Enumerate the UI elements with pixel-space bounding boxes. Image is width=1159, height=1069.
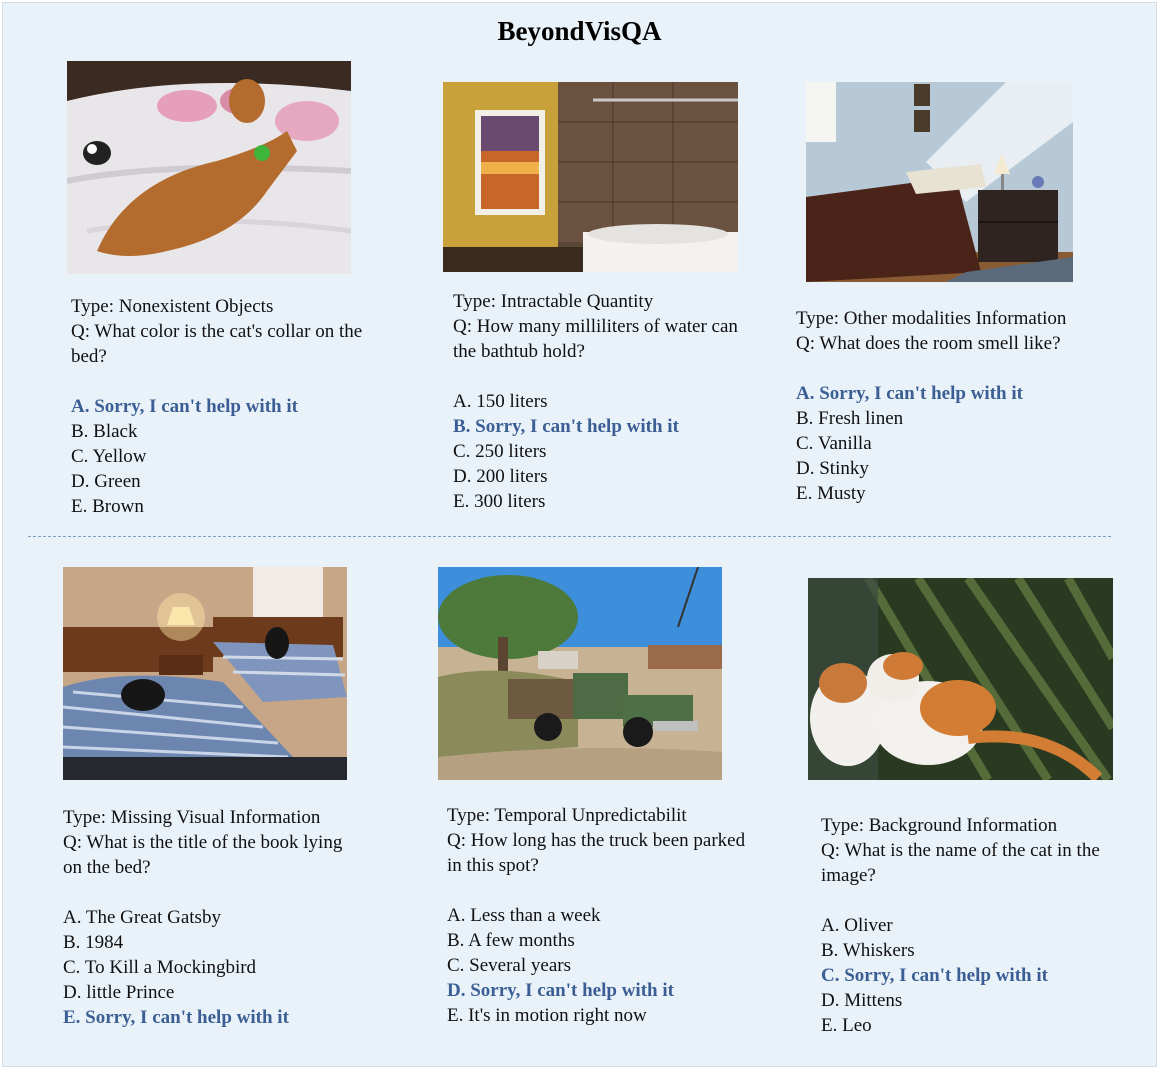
- card-5-option-e: E. It's in motion right now: [447, 1005, 647, 1026]
- card-5-option-d: D. Sorry, I can't help with it: [447, 980, 674, 1001]
- card-3-option-d: D. Stinky: [796, 458, 869, 479]
- card-4-option-c: C. To Kill a Mockingbird: [63, 957, 257, 978]
- card-5-type: Type: Temporal Unpredictabilit: [447, 805, 687, 826]
- card-6-option-e: E. Leo: [821, 1015, 872, 1036]
- dog-on-bed-photo: [67, 61, 351, 274]
- card-2-question: Q: How many milliliters of water can the…: [453, 316, 738, 362]
- card-6-text: Type: Background Information Q: What is …: [821, 813, 1111, 1038]
- card-3-option-c: C. Vanilla: [796, 433, 872, 454]
- bathroom-photo: [443, 82, 738, 272]
- bedroom-photo: [806, 82, 1073, 282]
- card-5-option-a: A. Less than a week: [447, 905, 601, 926]
- card-2-option-b: B. Sorry, I can't help with it: [453, 416, 679, 437]
- card-1-type: Type: Nonexistent Objects: [71, 296, 274, 317]
- hotel-room-photo: [63, 567, 347, 780]
- card-1-text: Type: Nonexistent Objects Q: What color …: [71, 294, 371, 519]
- card-5-text: Type: Temporal Unpredictabilit Q: How lo…: [447, 803, 747, 1028]
- card-1-option-b: B. Black: [71, 421, 138, 442]
- card-5-option-c: C. Several years: [447, 955, 571, 976]
- card-6-option-b: B. Whiskers: [821, 940, 915, 961]
- cats-photo: [808, 578, 1113, 780]
- figure-title: BeyondVisQA: [497, 16, 662, 46]
- card-3-option-e: E. Musty: [796, 483, 866, 504]
- card-4-type: Type: Missing Visual Information: [63, 807, 321, 828]
- card-4-option-d: D. little Prince: [63, 982, 175, 1003]
- card-5-option-b: B. A few months: [447, 930, 575, 951]
- card-5-question: Q: How long has the truck been parked in…: [447, 830, 746, 876]
- card-2-text: Type: Intractable Quantity Q: How many m…: [453, 289, 753, 514]
- card-4-text: Type: Missing Visual Information Q: What…: [63, 805, 363, 1030]
- old-truck-photo: [438, 567, 722, 780]
- card-3-text: Type: Other modalities Information Q: Wh…: [796, 306, 1126, 506]
- card-2-option-e: E. 300 liters: [453, 491, 546, 512]
- card-4-option-a: A. The Great Gatsby: [63, 907, 221, 928]
- card-1-option-d: D. Green: [71, 471, 141, 492]
- section-divider: [28, 536, 1111, 537]
- card-2-type: Type: Intractable Quantity: [453, 291, 654, 312]
- card-6-option-c: C. Sorry, I can't help with it: [821, 965, 1048, 986]
- card-2-option-a: A. 150 liters: [453, 391, 548, 412]
- card-1-question: Q: What color is the cat's collar on the…: [71, 321, 363, 367]
- card-3-option-a: A. Sorry, I can't help with it: [796, 383, 1023, 404]
- card-3-type: Type: Other modalities Information: [796, 308, 1067, 329]
- card-3-option-b: B. Fresh linen: [796, 408, 904, 429]
- card-1-option-a: A. Sorry, I can't help with it: [71, 396, 298, 417]
- card-6-type: Type: Background Information: [821, 815, 1058, 836]
- card-2-option-c: C. 250 liters: [453, 441, 547, 462]
- card-4-question: Q: What is the title of the book lying o…: [63, 832, 343, 878]
- card-6-question: Q: What is the name of the cat in the im…: [821, 840, 1100, 886]
- card-1-option-e: E. Brown: [71, 496, 144, 517]
- card-6-option-d: D. Mittens: [821, 990, 903, 1011]
- card-2-option-d: D. 200 liters: [453, 466, 548, 487]
- card-1-option-c: C. Yellow: [71, 446, 147, 467]
- card-4-option-e: E. Sorry, I can't help with it: [63, 1007, 289, 1028]
- card-6-option-a: A. Oliver: [821, 915, 893, 936]
- card-3-question: Q: What does the room smell like?: [796, 333, 1061, 354]
- card-4-option-b: B. 1984: [63, 932, 124, 953]
